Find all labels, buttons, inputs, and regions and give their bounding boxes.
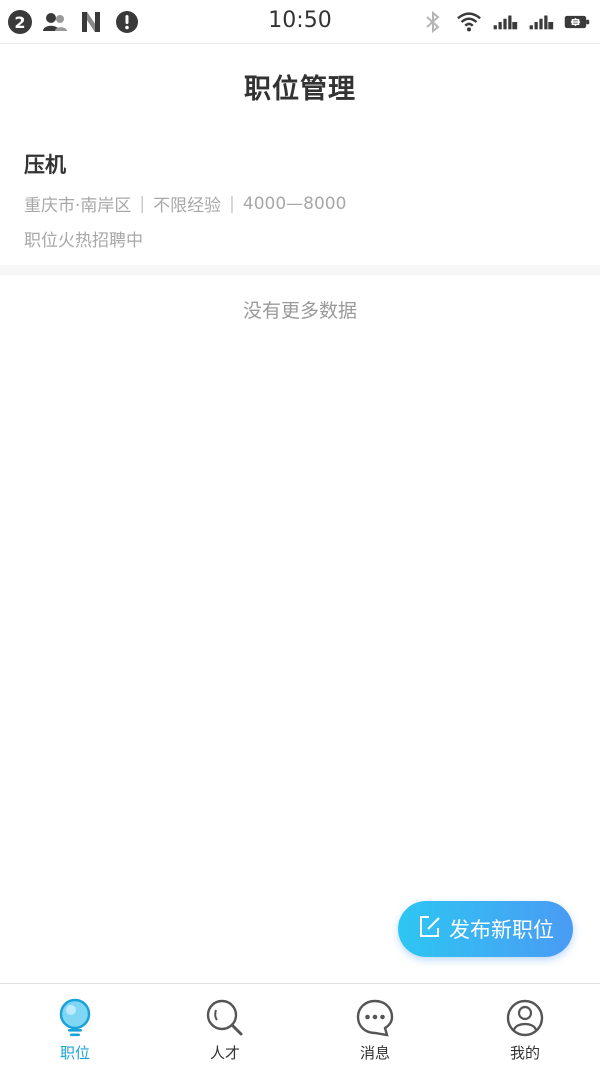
publish-job-button[interactable]: 发布新职位: [398, 901, 573, 957]
list-end-text: 没有更多数据: [242, 300, 357, 322]
edit-icon: [417, 914, 443, 944]
status-bar: 2 10:50: [0, 0, 600, 44]
job-salary: 4000—8000: [242, 193, 347, 214]
job-card[interactable]: 压机 重庆市·南岸区 | 不限经验 | 4000—8000 职位火热招聘中: [0, 127, 600, 265]
status-right: [420, 9, 590, 35]
lightbulb-icon: [55, 998, 95, 1038]
user-icon: [505, 998, 545, 1038]
signal-1-icon: [492, 9, 518, 35]
job-meta: 重庆市·南岸区 | 不限经验 | 4000—8000: [24, 191, 347, 217]
signal-2-icon: [528, 9, 554, 35]
job-experience: 不限经验: [153, 196, 222, 216]
divider: [0, 265, 600, 275]
publish-job-label: 发布新职位: [449, 918, 554, 942]
nav-item-jobs[interactable]: 职位: [0, 984, 150, 1067]
battery-charging-icon: [564, 9, 590, 35]
bottom-nav: 职位 人才 消息 我的: [0, 983, 600, 1067]
job-status: 职位火热招聘中: [24, 231, 143, 251]
page-title: 职位管理: [244, 73, 356, 105]
wifi-icon: [456, 9, 482, 35]
meta-separator: |: [229, 193, 235, 214]
screen: 2 10:50 职位管理 压机 重庆市·南岸区 | 不限经验 | 4000—80…: [0, 0, 600, 1067]
nav-item-messages[interactable]: 消息: [300, 984, 450, 1067]
nav-label-talent: 人才: [209, 1044, 240, 1062]
meta-separator: |: [139, 193, 146, 214]
nav-label-jobs: 职位: [59, 1044, 90, 1062]
bluetooth-icon: [420, 9, 446, 35]
job-location: 重庆市·南岸区: [24, 196, 132, 216]
job-title: 压机: [24, 153, 66, 177]
nav-item-talent[interactable]: 人才: [150, 984, 300, 1067]
nav-label-me: 我的: [509, 1044, 540, 1062]
nav-item-me[interactable]: 我的: [450, 984, 600, 1067]
nav-label-messages: 消息: [359, 1044, 390, 1062]
chat-icon: [355, 998, 395, 1038]
header: 职位管理: [0, 45, 600, 127]
search-icon: [205, 998, 245, 1038]
